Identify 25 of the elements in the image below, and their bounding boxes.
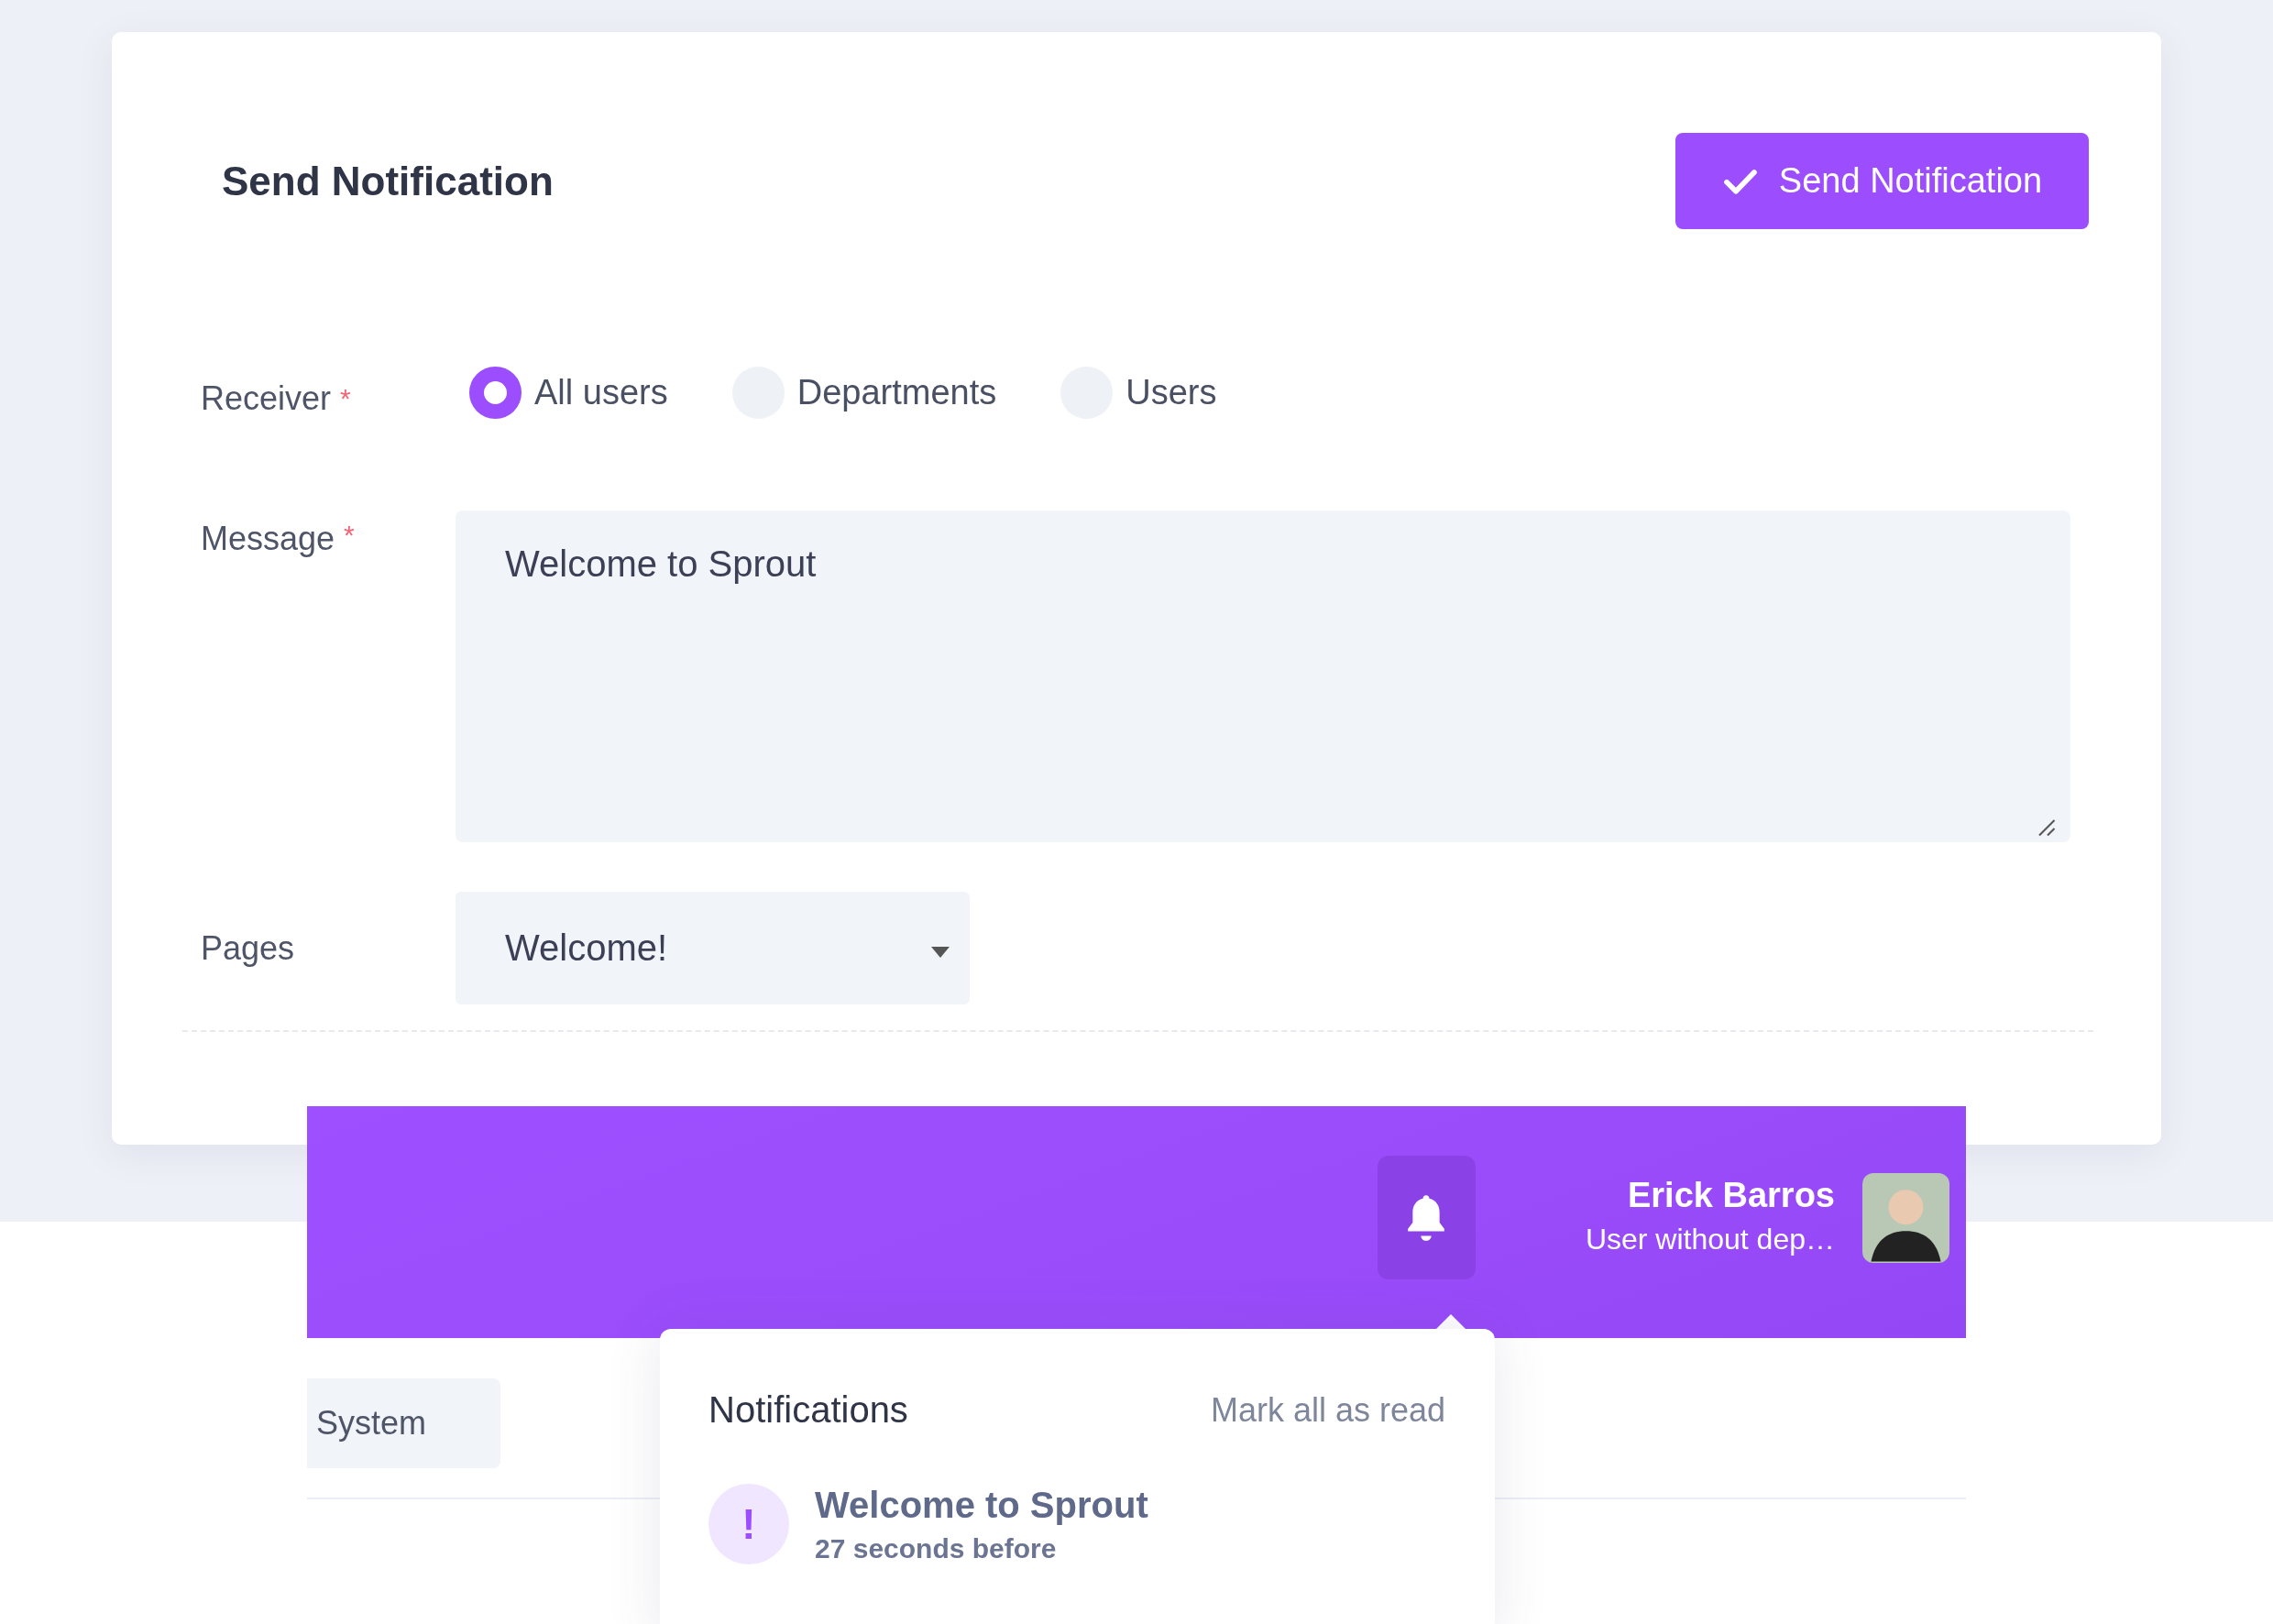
- pages-label: Pages: [201, 928, 295, 968]
- avatar-photo-placeholder[interactable]: [1862, 1172, 1949, 1263]
- mark-all-read-link[interactable]: Mark all as read: [1210, 1390, 1445, 1430]
- radio-option[interactable]: Users: [1060, 367, 1217, 419]
- user-role: User without dep…: [1585, 1222, 1835, 1256]
- message-label: Message: [201, 520, 335, 558]
- radio-option[interactable]: All users: [469, 367, 668, 419]
- system-tab[interactable]: System: [307, 1378, 500, 1468]
- send-notification-button[interactable]: Send Notification: [1675, 133, 2089, 229]
- receiver-label: Receiver: [201, 379, 332, 418]
- pages-select[interactable]: Welcome!: [456, 892, 970, 1004]
- notifications-button[interactable]: [1377, 1156, 1476, 1279]
- user-name: Erick Barros: [1628, 1175, 1835, 1215]
- required-mark: *: [344, 520, 355, 551]
- caret-icon: [931, 946, 950, 958]
- notification-time: 27 seconds before: [815, 1532, 1058, 1564]
- notification-title: Welcome to Sprout: [815, 1484, 1148, 1526]
- alert-icon: !: [708, 1484, 789, 1564]
- notification-item[interactable]: ! Welcome to Sprout 27 seconds before: [708, 1484, 1445, 1564]
- message-field[interactable]: Welcome to Sprout: [456, 510, 2070, 842]
- popup-title: Notifications: [708, 1389, 908, 1431]
- radio-option[interactable]: Departments: [731, 367, 997, 419]
- radio-button[interactable]: [469, 367, 522, 419]
- card-title: Send Notification: [222, 158, 554, 204]
- required-mark: *: [340, 382, 351, 414]
